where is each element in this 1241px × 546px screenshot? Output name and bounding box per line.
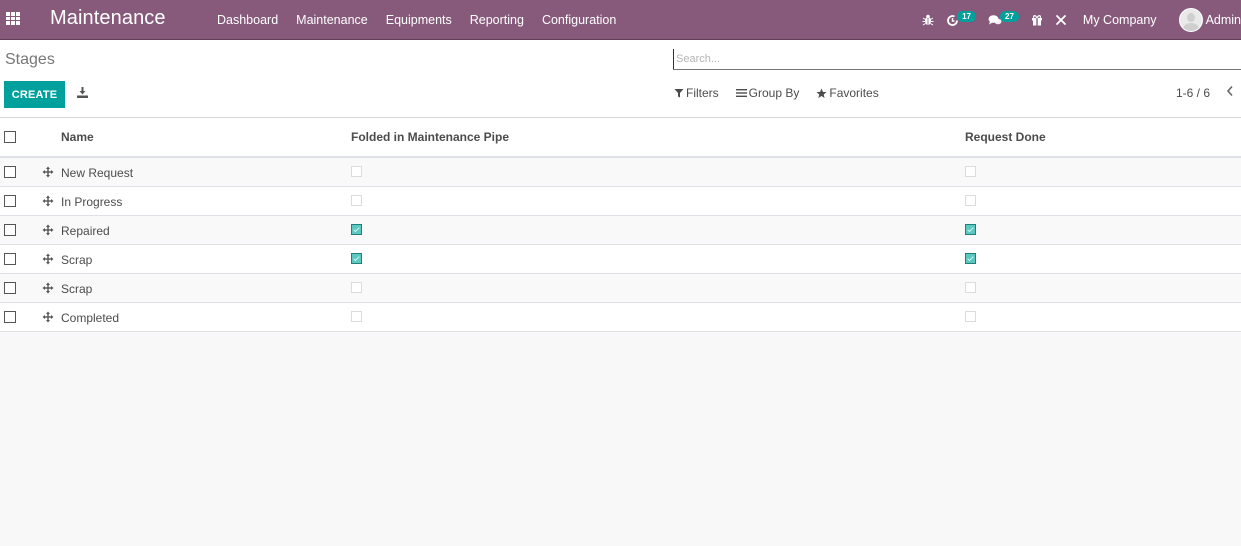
row-select-checkbox[interactable] xyxy=(4,282,16,294)
request-done-checkbox xyxy=(965,224,976,235)
table-row[interactable]: Scrap xyxy=(0,274,1241,303)
activity-count-badge: 17 xyxy=(957,10,977,22)
menu-item-equipments[interactable]: Equipments xyxy=(377,13,461,27)
table-body: New Request In Progress Repaired Scrap S… xyxy=(0,158,1241,332)
create-button[interactable]: CREATE xyxy=(4,81,65,108)
favorites-label: Favorites xyxy=(829,86,879,100)
menu-item-configuration[interactable]: Configuration xyxy=(533,13,625,27)
drag-handle-icon[interactable] xyxy=(42,282,54,294)
menu-item-maintenance[interactable]: Maintenance xyxy=(287,13,377,27)
group-by-button[interactable]: Group By xyxy=(735,86,800,100)
drag-handle-icon[interactable] xyxy=(42,195,54,207)
drag-handle-icon[interactable] xyxy=(42,224,54,236)
user-name: Admin xyxy=(1205,13,1241,27)
star-icon xyxy=(816,88,827,98)
drag-handle-icon[interactable] xyxy=(42,253,54,265)
top-navbar: Maintenance Dashboard Maintenance Equipm… xyxy=(0,0,1241,40)
drag-handle-icon[interactable] xyxy=(42,166,54,178)
messages-button[interactable]: 27 xyxy=(988,10,1019,26)
stage-name: Scrap xyxy=(61,253,93,267)
pager-previous-button[interactable] xyxy=(1226,85,1234,100)
column-header-request-done[interactable]: Request Done xyxy=(965,130,1046,144)
control-panel: Stages CREATE Filters Group By Favorites… xyxy=(0,40,1241,118)
table-row[interactable]: Completed xyxy=(0,303,1241,332)
folded-checkbox xyxy=(351,253,362,264)
stage-name: Completed xyxy=(61,311,120,325)
stage-name: In Progress xyxy=(61,195,123,209)
request-done-checkbox xyxy=(965,195,976,206)
request-done-checkbox xyxy=(965,166,976,177)
tools-icon[interactable] xyxy=(1055,14,1067,26)
group-by-label: Group By xyxy=(748,86,800,100)
apps-menu-icon[interactable] xyxy=(6,12,20,25)
folded-checkbox xyxy=(351,311,362,322)
folded-checkbox xyxy=(351,224,362,235)
stages-list-table: Name Folded in Maintenance Pipe Request … xyxy=(0,118,1241,332)
table-row[interactable]: Repaired xyxy=(0,216,1241,245)
search-options: Filters Group By Favorites xyxy=(674,86,896,100)
column-header-folded[interactable]: Folded in Maintenance Pipe xyxy=(351,130,509,144)
filter-icon xyxy=(674,89,684,98)
folded-checkbox xyxy=(351,282,362,293)
bars-icon xyxy=(735,89,747,97)
table-header: Name Folded in Maintenance Pipe Request … xyxy=(0,118,1241,158)
stage-name: New Request xyxy=(61,166,134,180)
menu-item-dashboard[interactable]: Dashboard xyxy=(208,13,287,27)
user-menu[interactable]: Admin xyxy=(1178,8,1241,32)
drag-handle-icon[interactable] xyxy=(42,311,54,323)
filters-button[interactable]: Filters xyxy=(674,86,719,100)
search-box xyxy=(673,49,1241,70)
pager-value[interactable]: 1-6 / 6 xyxy=(1176,86,1210,100)
row-select-checkbox[interactable] xyxy=(4,224,16,236)
request-done-checkbox xyxy=(965,311,976,322)
chevron-left-icon xyxy=(1226,85,1233,97)
column-header-name[interactable]: Name xyxy=(61,130,94,144)
request-done-checkbox xyxy=(965,282,976,293)
download-icon[interactable] xyxy=(76,86,90,100)
folded-checkbox xyxy=(351,166,362,177)
row-select-checkbox[interactable] xyxy=(4,253,16,265)
table-row[interactable]: New Request xyxy=(0,158,1241,187)
row-select-checkbox[interactable] xyxy=(4,166,16,178)
folded-checkbox xyxy=(351,195,362,206)
app-title[interactable]: Maintenance xyxy=(50,7,166,30)
row-select-checkbox[interactable] xyxy=(4,195,16,207)
row-select-checkbox[interactable] xyxy=(4,311,16,323)
table-row[interactable]: In Progress xyxy=(0,187,1241,216)
systray: 17 27 My Company Admin xyxy=(916,0,1241,40)
search-input[interactable] xyxy=(673,49,1241,69)
table-row[interactable]: Scrap xyxy=(0,245,1241,274)
avatar xyxy=(1178,8,1203,32)
filters-label: Filters xyxy=(686,86,719,100)
main-menu: Dashboard Maintenance Equipments Reporti… xyxy=(208,0,625,40)
request-done-checkbox xyxy=(965,253,976,264)
select-all-checkbox[interactable] xyxy=(4,131,16,143)
stage-name: Scrap xyxy=(61,282,93,296)
bug-icon[interactable] xyxy=(922,14,934,26)
gift-icon[interactable] xyxy=(1031,14,1043,26)
breadcrumb: Stages xyxy=(5,51,55,68)
stage-name: Repaired xyxy=(61,224,110,238)
messages-count-badge: 27 xyxy=(1000,10,1019,22)
menu-item-reporting[interactable]: Reporting xyxy=(461,13,533,27)
activity-button[interactable]: 17 xyxy=(946,10,977,27)
favorites-button[interactable]: Favorites xyxy=(816,86,879,100)
company-switcher[interactable]: My Company xyxy=(1083,13,1157,27)
